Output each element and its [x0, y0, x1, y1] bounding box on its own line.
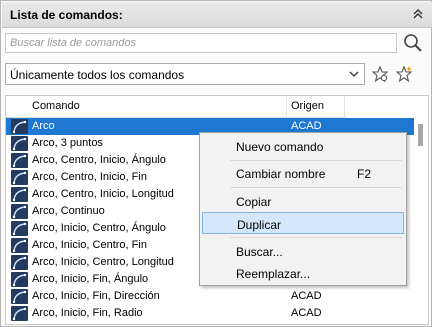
- arc-icon: [11, 255, 28, 270]
- column-divider[interactable]: [344, 96, 345, 118]
- menu-item-label: Nuevo comando: [236, 140, 324, 154]
- menu-item-label: Reemplazar...: [236, 267, 311, 281]
- arc-icon: [11, 238, 28, 253]
- vertical-scrollbar[interactable]: [414, 96, 428, 324]
- command-name: Arco, Centro, Inicio, Ángulo: [32, 154, 166, 166]
- menu-item-label: Copiar: [236, 195, 272, 209]
- table-row[interactable]: Arco, Inicio, Fin, Radio ACAD: [6, 305, 416, 322]
- arc-icon: [11, 289, 28, 304]
- arc-icon: [11, 221, 28, 236]
- menu-item-duplicate[interactable]: Duplicar: [202, 212, 404, 234]
- table-header: Comando Origen: [6, 96, 346, 118]
- command-list-panel: Lista de comandos: Únicamente todos los …: [0, 0, 432, 327]
- search-input[interactable]: [6, 34, 396, 52]
- command-name: Arco, 3 puntos: [32, 137, 103, 149]
- command-name: Arco, Inicio, Fin, Radio: [32, 307, 143, 319]
- command-name: Arco, Inicio, Centro, Ángulo: [32, 222, 166, 234]
- table-row[interactable]: Arco, Inicio, Fin, Dirección ACAD: [6, 288, 416, 305]
- command-name: Arco, Inicio, Fin, Ángulo: [32, 273, 149, 285]
- command-origin: ACAD: [291, 290, 322, 302]
- menu-divider: [230, 187, 402, 188]
- menu-divider: [230, 237, 402, 238]
- menu-item-new-command[interactable]: Nuevo comando: [202, 135, 404, 157]
- command-name: Arco, Inicio, Fin, Dirección: [32, 290, 160, 302]
- column-divider[interactable]: [286, 96, 287, 118]
- arc-icon: [11, 153, 28, 168]
- menu-item-rename[interactable]: Cambiar nombre F2: [202, 162, 404, 184]
- menu-item-label: Cambiar nombre: [236, 167, 326, 181]
- command-filter-select[interactable]: Únicamente todos los comandos: [5, 63, 365, 85]
- command-name: Arco, Continuo: [32, 205, 105, 217]
- menu-item-label: Buscar...: [236, 245, 283, 259]
- menu-divider: [230, 160, 402, 161]
- menu-item-label: Duplicar: [237, 218, 282, 232]
- command-name: Arco: [32, 120, 55, 132]
- chevron-down-icon: [348, 67, 360, 81]
- arc-icon: [11, 187, 28, 202]
- context-menu: Nuevo comando Cambiar nombre F2 Copiar D…: [199, 132, 407, 286]
- command-name: Arco, Centro, Inicio, Fin: [32, 171, 147, 183]
- panel-header: Lista de comandos:: [2, 2, 432, 28]
- menu-item-find[interactable]: Buscar...: [202, 240, 404, 262]
- arc-icon: [11, 306, 28, 321]
- filter-selected-value: Únicamente todos los comandos: [10, 68, 185, 82]
- arc-icon: [11, 170, 28, 185]
- scrollbar-thumb[interactable]: [418, 124, 423, 146]
- arc-icon: [11, 272, 28, 287]
- command-name: Arco, Inicio, Centro, Longitud: [32, 256, 174, 268]
- chevron-double-up-icon[interactable]: [410, 8, 426, 22]
- menu-item-replace[interactable]: Reemplazar...: [202, 262, 404, 284]
- command-origin: ACAD: [291, 120, 322, 132]
- search-box: [5, 33, 397, 53]
- command-name: Arco, Centro, Inicio, Longitud: [32, 188, 174, 200]
- column-header-command[interactable]: Comando: [32, 100, 80, 112]
- column-header-origin[interactable]: Origen: [291, 100, 324, 112]
- command-name: Arco, Inicio, Centro, Fin: [32, 239, 147, 251]
- menu-item-copy[interactable]: Copiar: [202, 190, 404, 212]
- arc-icon: [11, 136, 28, 151]
- arc-icon: [11, 204, 28, 219]
- command-origin: ACAD: [291, 307, 322, 319]
- menu-item-shortcut: F2: [357, 167, 372, 181]
- new-star-icon[interactable]: [395, 65, 413, 83]
- star-icon[interactable]: [371, 65, 389, 83]
- arc-icon: [11, 119, 28, 134]
- panel-title: Lista de comandos:: [10, 8, 123, 22]
- search-icon[interactable]: [403, 33, 423, 53]
